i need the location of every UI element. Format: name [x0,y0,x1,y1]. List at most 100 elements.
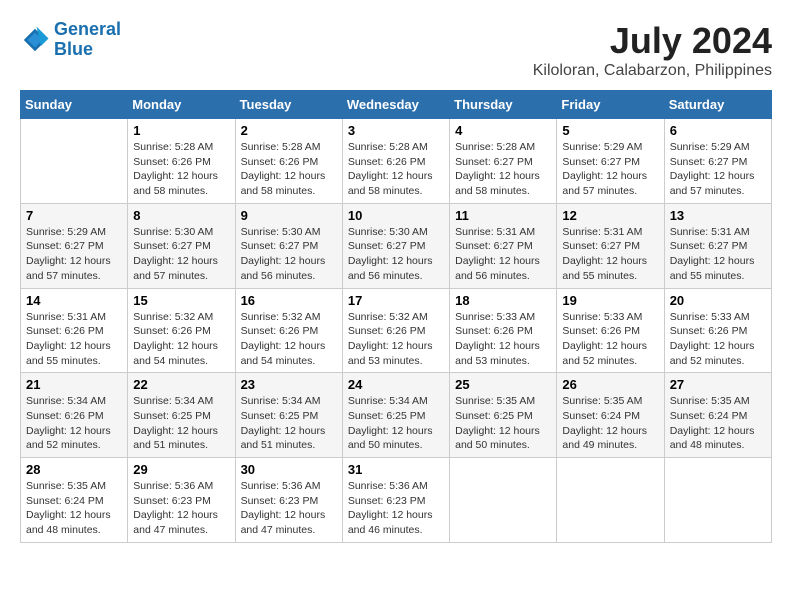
week-row-2: 7Sunrise: 5:29 AM Sunset: 6:27 PM Daylig… [21,203,772,288]
weekday-header-saturday: Saturday [664,91,771,119]
cell-info: Sunrise: 5:32 AM Sunset: 6:26 PM Dayligh… [348,310,444,369]
cell-info: Sunrise: 5:28 AM Sunset: 6:26 PM Dayligh… [241,140,337,199]
calendar-cell: 10Sunrise: 5:30 AM Sunset: 6:27 PM Dayli… [342,203,449,288]
calendar-cell: 31 Sunrise: 5:36 AM Sunset: 6:23 PM Dayli… [342,458,449,543]
weekday-header-tuesday: Tuesday [235,91,342,119]
day-number: 11 [455,208,551,223]
day-number: 29 [133,462,229,477]
calendar-cell: 23 Sunrise: 5:34 AM Sunset: 6:25 PM Dayli… [235,373,342,458]
day-number: 14 [26,293,122,308]
cell-info: Sunrise: 5:31 AM Sunset: 6:27 PM Dayligh… [455,225,551,284]
calendar-table: SundayMondayTuesdayWednesdayThursdayFrid… [20,90,772,543]
calendar-cell: 9 Sunrise: 5:30 AM Sunset: 6:27 PM Daylig… [235,203,342,288]
calendar-cell: 3 Sunrise: 5:28 AM Sunset: 6:26 PM Daylig… [342,119,449,204]
cell-info: Sunrise: 5:31 AM Sunset: 6:26 PM Dayligh… [26,310,122,369]
calendar-cell: 5 Sunrise: 5:29 AM Sunset: 6:27 PM Daylig… [557,119,664,204]
weekday-header-friday: Friday [557,91,664,119]
day-number: 13 [670,208,766,223]
calendar-cell: 4Sunrise: 5:28 AM Sunset: 6:27 PM Daylig… [450,119,557,204]
cell-info: Sunrise: 5:33 AM Sunset: 6:26 PM Dayligh… [455,310,551,369]
calendar-cell: 28Sunrise: 5:35 AM Sunset: 6:24 PM Dayli… [21,458,128,543]
calendar-cell: 27 Sunrise: 5:35 AM Sunset: 6:24 PM Dayli… [664,373,771,458]
calendar-cell: 8Sunrise: 5:30 AM Sunset: 6:27 PM Daylig… [128,203,235,288]
cell-info: Sunrise: 5:34 AM Sunset: 6:25 PM Dayligh… [241,394,337,453]
cell-info: Sunrise: 5:36 AM Sunset: 6:23 PM Dayligh… [133,479,229,538]
day-number: 28 [26,462,122,477]
cell-info: Sunrise: 5:35 AM Sunset: 6:24 PM Dayligh… [562,394,658,453]
day-number: 20 [670,293,766,308]
day-number: 27 [670,377,766,392]
day-number: 30 [241,462,337,477]
weekday-header-thursday: Thursday [450,91,557,119]
cell-info: Sunrise: 5:35 AM Sunset: 6:25 PM Dayligh… [455,394,551,453]
cell-info: Sunrise: 5:32 AM Sunset: 6:26 PM Dayligh… [133,310,229,369]
cell-info: Sunrise: 5:34 AM Sunset: 6:25 PM Dayligh… [133,394,229,453]
cell-info: Sunrise: 5:31 AM Sunset: 6:27 PM Dayligh… [562,225,658,284]
day-number: 19 [562,293,658,308]
cell-info: Sunrise: 5:34 AM Sunset: 6:26 PM Dayligh… [26,394,122,453]
day-number: 31 [348,462,444,477]
cell-info: Sunrise: 5:35 AM Sunset: 6:24 PM Dayligh… [670,394,766,453]
day-number: 21 [26,377,122,392]
day-number: 1 [133,123,229,138]
week-row-1: 1 Sunrise: 5:28 AM Sunset: 6:26 PM Daylig… [21,119,772,204]
cell-info: Sunrise: 5:32 AM Sunset: 6:26 PM Dayligh… [241,310,337,369]
week-row-5: 28Sunrise: 5:35 AM Sunset: 6:24 PM Dayli… [21,458,772,543]
day-number: 26 [562,377,658,392]
cell-info: Sunrise: 5:29 AM Sunset: 6:27 PM Dayligh… [26,225,122,284]
calendar-cell: 2Sunrise: 5:28 AM Sunset: 6:26 PM Daylig… [235,119,342,204]
logo-icon [20,25,50,55]
page-header: General Blue July 2024 Kiloloran, Calaba… [20,20,772,80]
calendar-cell: 24 Sunrise: 5:34 AM Sunset: 6:25 PM Dayli… [342,373,449,458]
page-title: July 2024 [533,20,772,62]
calendar-cell: 16 Sunrise: 5:32 AM Sunset: 6:26 PM Dayli… [235,288,342,373]
cell-info: Sunrise: 5:36 AM Sunset: 6:23 PM Dayligh… [241,479,337,538]
calendar-cell: 12 Sunrise: 5:31 AM Sunset: 6:27 PM Dayli… [557,203,664,288]
calendar-cell [664,458,771,543]
cell-info: Sunrise: 5:28 AM Sunset: 6:26 PM Dayligh… [348,140,444,199]
cell-info: Sunrise: 5:30 AM Sunset: 6:27 PM Dayligh… [348,225,444,284]
calendar-cell [21,119,128,204]
weekday-header-wednesday: Wednesday [342,91,449,119]
calendar-cell: 17Sunrise: 5:32 AM Sunset: 6:26 PM Dayli… [342,288,449,373]
day-number: 15 [133,293,229,308]
cell-info: Sunrise: 5:33 AM Sunset: 6:26 PM Dayligh… [562,310,658,369]
calendar-cell: 22Sunrise: 5:34 AM Sunset: 6:25 PM Dayli… [128,373,235,458]
day-number: 5 [562,123,658,138]
day-number: 8 [133,208,229,223]
logo: General Blue [20,20,121,60]
cell-info: Sunrise: 5:29 AM Sunset: 6:27 PM Dayligh… [562,140,658,199]
cell-info: Sunrise: 5:34 AM Sunset: 6:25 PM Dayligh… [348,394,444,453]
calendar-cell: 25Sunrise: 5:35 AM Sunset: 6:25 PM Dayli… [450,373,557,458]
logo-text: General Blue [54,20,121,60]
calendar-cell: 11 Sunrise: 5:31 AM Sunset: 6:27 PM Dayli… [450,203,557,288]
logo-blue: Blue [54,39,93,59]
day-number: 24 [348,377,444,392]
calendar-cell: 1Sunrise: 5:28 AM Sunset: 6:26 PM Daylig… [128,119,235,204]
calendar-cell: 19 Sunrise: 5:33 AM Sunset: 6:26 PM Dayli… [557,288,664,373]
day-number: 16 [241,293,337,308]
day-number: 9 [241,208,337,223]
day-number: 12 [562,208,658,223]
cell-info: Sunrise: 5:30 AM Sunset: 6:27 PM Dayligh… [241,225,337,284]
calendar-cell: 6Sunrise: 5:29 AM Sunset: 6:27 PM Daylig… [664,119,771,204]
calendar-cell [450,458,557,543]
cell-info: Sunrise: 5:28 AM Sunset: 6:27 PM Dayligh… [455,140,551,199]
day-number: 18 [455,293,551,308]
calendar-cell: 26 Sunrise: 5:35 AM Sunset: 6:24 PM Dayli… [557,373,664,458]
day-number: 3 [348,123,444,138]
calendar-cell [557,458,664,543]
calendar-cell: 18 Sunrise: 5:33 AM Sunset: 6:26 PM Dayli… [450,288,557,373]
calendar-cell: 20Sunrise: 5:33 AM Sunset: 6:26 PM Dayli… [664,288,771,373]
day-number: 6 [670,123,766,138]
weekday-header-sunday: Sunday [21,91,128,119]
header-row: SundayMondayTuesdayWednesdayThursdayFrid… [21,91,772,119]
week-row-4: 21 Sunrise: 5:34 AM Sunset: 6:26 PM Dayli… [21,373,772,458]
cell-info: Sunrise: 5:36 AM Sunset: 6:23 PM Dayligh… [348,479,444,538]
cell-info: Sunrise: 5:31 AM Sunset: 6:27 PM Dayligh… [670,225,766,284]
calendar-cell: 29 Sunrise: 5:36 AM Sunset: 6:23 PM Dayli… [128,458,235,543]
weekday-header-monday: Monday [128,91,235,119]
title-block: July 2024 Kiloloran, Calabarzon, Philipp… [533,20,772,80]
day-number: 23 [241,377,337,392]
week-row-3: 14 Sunrise: 5:31 AM Sunset: 6:26 PM Dayli… [21,288,772,373]
